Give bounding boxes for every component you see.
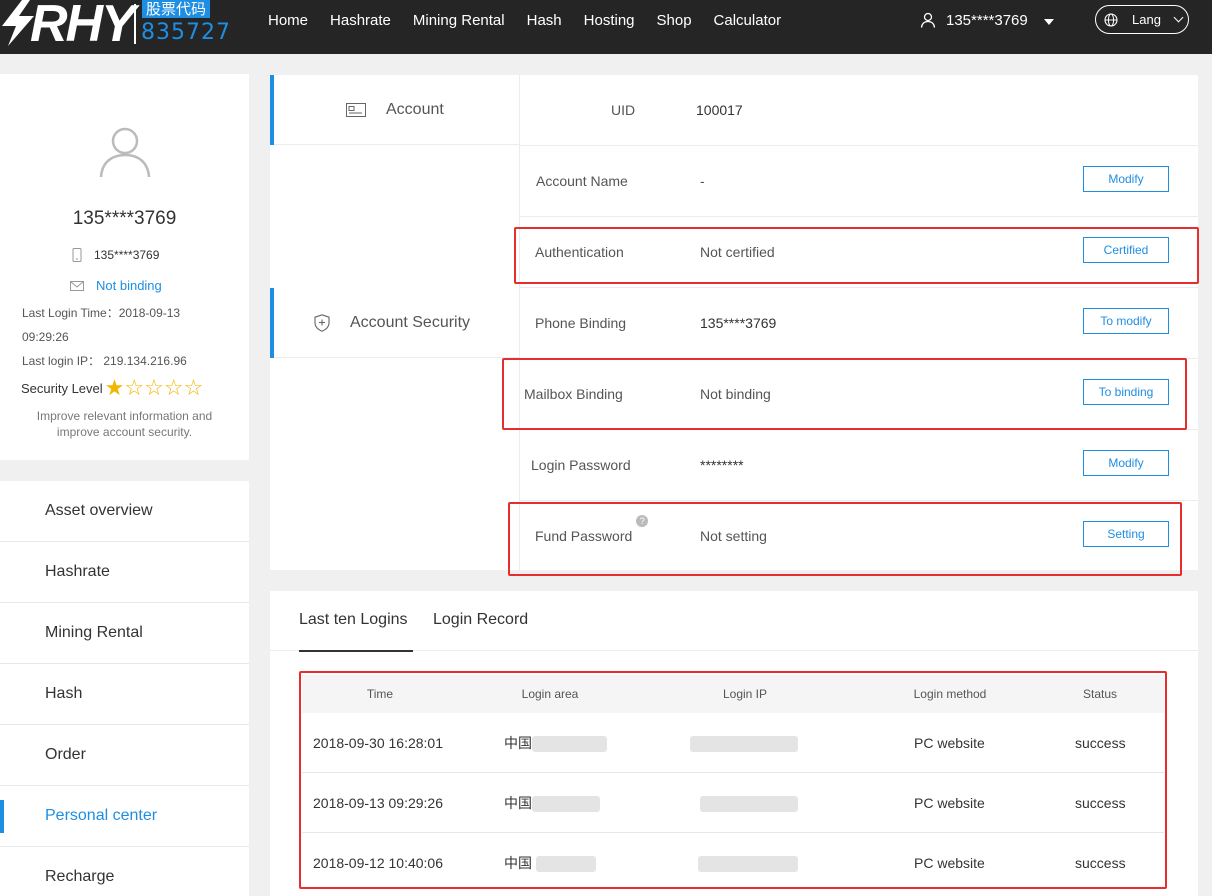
modify-account-name-button[interactable]: Modify [1083,166,1169,192]
account-name-value: - [700,173,705,189]
last-login-ip: Last login IP： 219.134.216.96 [22,354,187,368]
main-nav: Home Hashrate Mining Rental Hash Hosting… [268,0,803,40]
security-tip: Improve relevant information and improve… [0,408,249,440]
security-level: Security Level ★ ☆ ☆ ☆ ☆ [21,377,203,399]
header-username: 135****3769 [946,11,1028,29]
profile-card: 135****3769 135****3769 Not binding Last… [0,74,249,460]
lang-label: Lang [1132,12,1161,27]
section-security-label: Account Security [350,313,471,331]
language-selector[interactable]: Lang [1095,5,1189,34]
highlight-mailbox [502,358,1187,430]
caret-down-icon [1043,18,1054,25]
account-panel: Account Account Security UID 100017 Acco… [270,75,1198,570]
modify-login-password-button[interactable]: Modify [1083,450,1169,476]
logo-text: RHY [30,0,136,53]
avatar-icon [99,127,151,178]
chevron-down-icon [1173,12,1184,23]
phone-binding-label: Phone Binding [535,315,627,331]
highlight-fund-password [508,502,1182,576]
nav-shop[interactable]: Shop [657,12,692,29]
uid-label: UID [611,102,636,118]
row-phone-binding: Phone Binding 135****3769 To modify [520,288,1198,359]
nav-hashrate[interactable]: Hashrate [330,12,391,29]
profile-mail-status: Not binding [96,278,162,293]
menu-mining-rental[interactable]: Mining Rental [0,603,249,664]
menu-hashrate[interactable]: Hashrate [0,542,249,603]
menu-hash[interactable]: Hash [0,664,249,725]
user-menu[interactable]: 135****3769 [920,0,1054,40]
shield-icon [314,313,330,332]
menu-personal-center[interactable]: Personal center [0,786,249,847]
nav-hash[interactable]: Hash [527,12,562,29]
user-icon [920,12,936,28]
row-uid: UID 100017 [520,75,1198,146]
security-level-label: Security Level [21,380,103,396]
row-login-password: Login Password ******** Modify [520,430,1198,501]
security-tip-line2: improve account security. [56,425,193,439]
profile-name: 135****3769 [72,208,177,229]
brand-logo[interactable]: RHY 股票代码 835727 [0,0,230,53]
highlight-authentication [514,227,1199,284]
star-empty-icon: ☆ [163,375,184,400]
star-filled-icon: ★ [104,375,125,400]
stock-code: 835727 [141,20,231,45]
profile-phone-text: 135****3769 [94,248,160,262]
login-password-value: ******** [700,457,744,473]
security-tip-line1: Improve relevant information and [36,409,213,423]
active-tab-indicator [299,650,413,652]
mail-icon [70,280,84,291]
tab-login-record[interactable]: Login Record [433,611,528,629]
login-password-label: Login Password [531,457,631,473]
phone-binding-value: 135****3769 [700,315,777,331]
section-account: Account [270,75,520,145]
nav-calculator[interactable]: Calculator [714,12,782,29]
section-account-security: Account Security [270,288,520,358]
star-empty-icon: ☆ [183,375,204,400]
stock-code-label: 股票代码 [142,0,211,18]
star-empty-icon: ☆ [124,375,145,400]
menu-recharge[interactable]: Recharge [0,847,249,896]
phone-icon [72,248,82,262]
nav-hosting[interactable]: Hosting [584,12,635,29]
last-login-time-cont: 09:29:26 [22,330,69,344]
uid-value: 100017 [696,102,743,118]
nav-home[interactable]: Home [268,12,308,29]
last-login-time: Last Login Time：2018-09-13 [22,306,181,320]
account-name-label: Account Name [536,173,628,189]
tab-last-ten-logins[interactable]: Last ten Logins [299,611,408,629]
nav-mining-rental[interactable]: Mining Rental [413,12,505,29]
globe-icon [1104,12,1118,27]
star-empty-icon: ☆ [144,375,164,400]
section-account-label: Account [386,100,444,118]
side-menu: Asset overview Hashrate Mining Rental Ha… [0,481,249,896]
security-stars: ★ ☆ ☆ ☆ ☆ [105,377,204,399]
profile-mail[interactable]: Not binding [70,278,162,293]
logo-divider [134,4,136,44]
to-modify-phone-button[interactable]: To modify [1083,308,1169,334]
row-account-name: Account Name - Modify [520,146,1198,217]
menu-asset-overview[interactable]: Asset overview [0,481,249,542]
menu-order[interactable]: Order [0,725,249,786]
profile-phone: 135****3769 [72,248,159,262]
highlight-login-table [299,671,1167,889]
id-card-icon [346,102,366,117]
login-tabs: Last ten Logins Login Record [270,591,1198,652]
top-navbar: RHY 股票代码 835727 Home Hashrate Mining Ren… [0,0,1212,54]
